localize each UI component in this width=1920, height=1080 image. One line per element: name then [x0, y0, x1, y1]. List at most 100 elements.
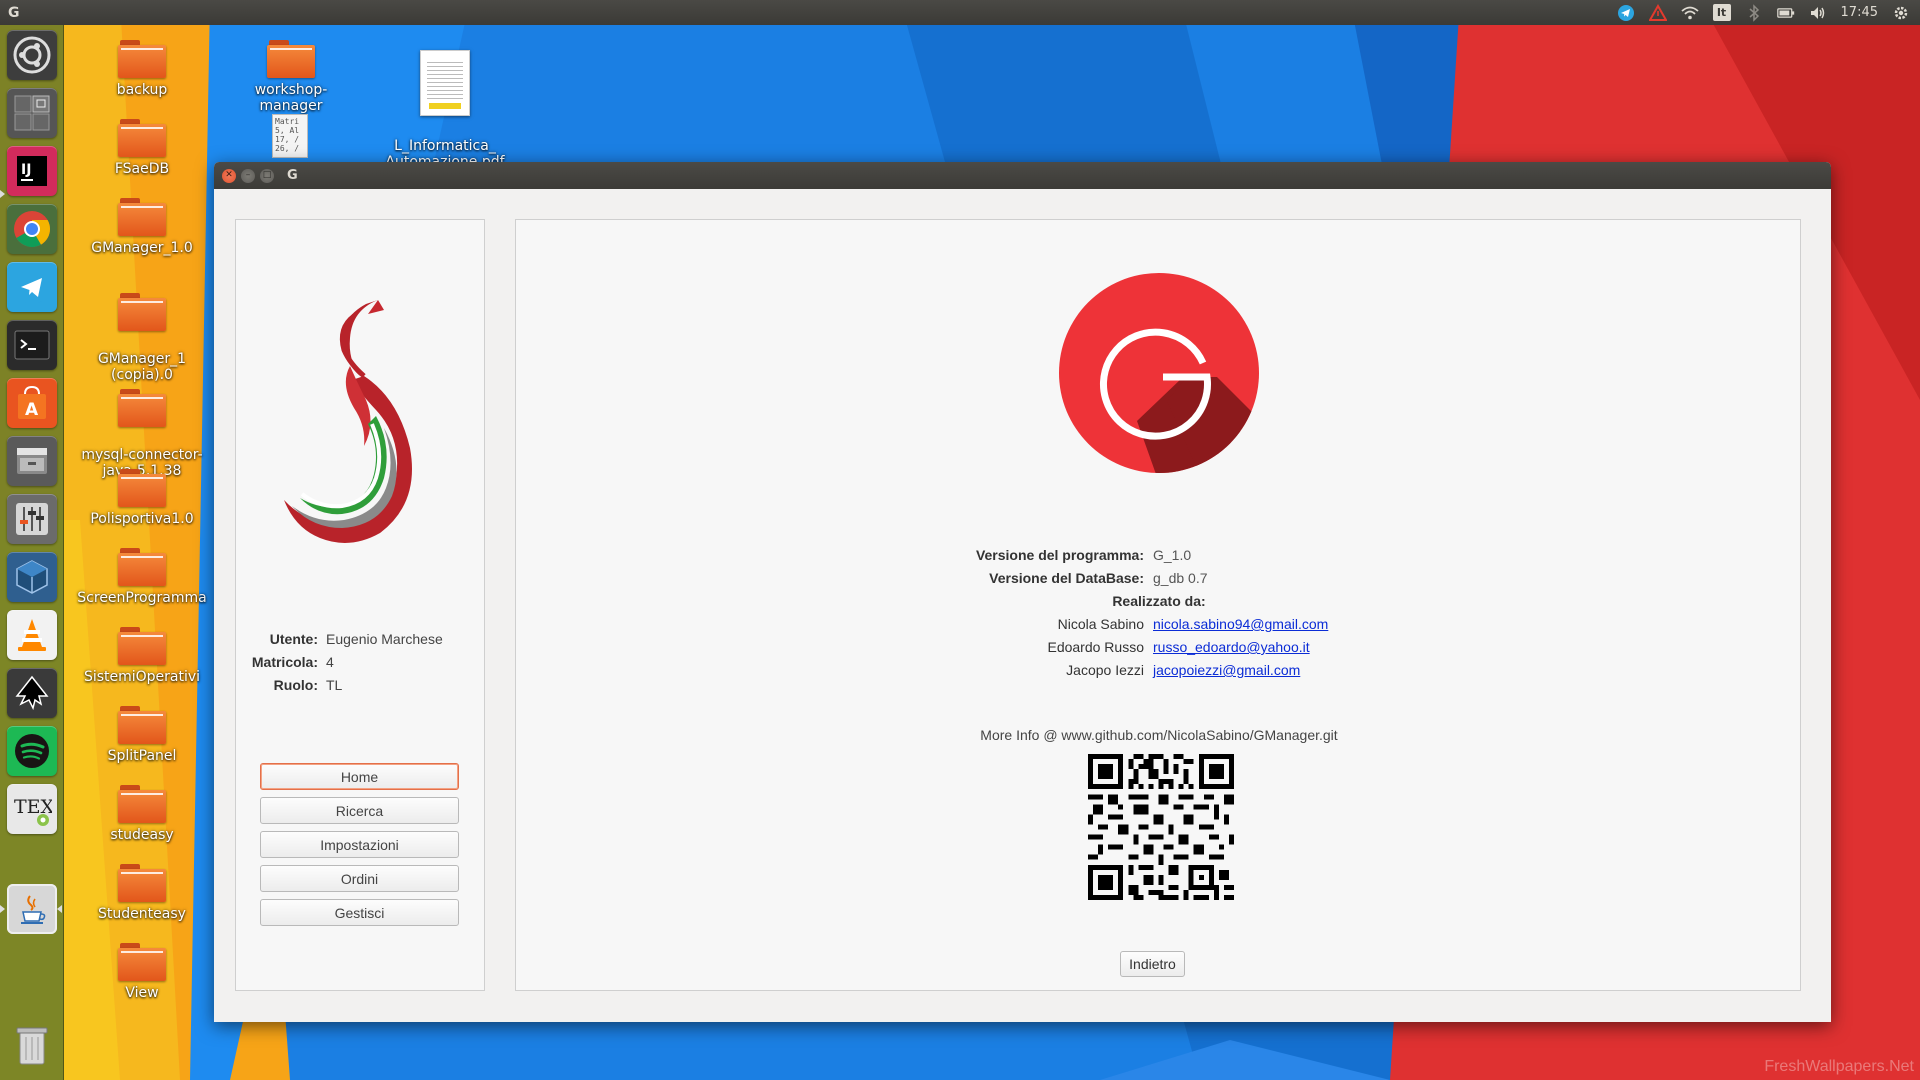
window-minimize-button[interactable]: –: [241, 168, 255, 183]
vlc-button[interactable]: [7, 610, 57, 660]
desktop-folder-sistemioperativi[interactable]: SistemiOperativi: [77, 627, 207, 685]
author-email-link[interactable]: jacopoiezzi@gmail.com: [1153, 662, 1300, 678]
desktop-folder-fsaedb[interactable]: FSaeDB: [77, 119, 207, 177]
alert-indicator-icon[interactable]: [1648, 3, 1667, 22]
terminal-icon: [14, 330, 50, 360]
workspaces-icon: [14, 95, 50, 131]
desktop-icon-label: Polisportiva1.0: [90, 511, 194, 527]
workspace-switcher-button[interactable]: [7, 88, 57, 138]
folder-icon: [118, 293, 166, 331]
home-button[interactable]: Home: [260, 763, 459, 790]
spotify-icon: [15, 734, 49, 768]
keyboard-layout-indicator[interactable]: It: [1712, 4, 1731, 21]
trash-button[interactable]: [7, 1020, 57, 1070]
folder-icon: [118, 469, 166, 507]
desktop-folder-splitpanel[interactable]: SplitPanel: [77, 706, 207, 764]
java-app-button[interactable]: [7, 884, 57, 934]
phoenix-logo: [284, 300, 412, 543]
app-window: ✕ – □ G Utente: Eugenio Marchese Matrico…: [214, 162, 1831, 1022]
user-row: Utente: Eugenio Marchese: [236, 627, 486, 650]
svg-text:IJ: IJ: [21, 162, 31, 178]
software-center-button[interactable]: A: [7, 378, 57, 428]
close-icon: ✕: [225, 170, 233, 180]
session-gear-icon[interactable]: [1892, 4, 1910, 22]
desktop-icon-label: View: [125, 985, 159, 1001]
desktop-file-text[interactable]: Matri 5, Al 17, / 26, /: [272, 114, 308, 158]
gestisci-button[interactable]: Gestisci: [260, 899, 459, 926]
role-row: Ruolo: TL: [236, 673, 486, 696]
desktop-folder-backup[interactable]: backup: [77, 40, 207, 98]
impostazioni-button[interactable]: Impostazioni: [260, 831, 459, 858]
folder-icon: [118, 627, 166, 665]
files-button[interactable]: [7, 436, 57, 486]
desktop-folder-screenprogramma[interactable]: ScreenProgramma: [77, 548, 207, 606]
unity-launcher: IJ A TEX: [0, 25, 64, 1080]
desktop-folder-studeasy[interactable]: studeasy: [77, 785, 207, 843]
window-maximize-button[interactable]: □: [260, 168, 274, 183]
indicator-area: It 17:45: [1617, 3, 1920, 22]
ubuntu-dash-button[interactable]: [7, 30, 57, 80]
folder-icon: [118, 864, 166, 902]
terminal-button[interactable]: [7, 320, 57, 370]
battery-icon[interactable]: [1776, 4, 1795, 22]
user-value: Eugenio Marchese: [326, 630, 443, 647]
db-version-value: g_db 0.7: [1153, 570, 1208, 586]
active-app-name: G: [8, 4, 20, 21]
author-email-link[interactable]: nicola.sabino94@gmail.com: [1153, 616, 1328, 632]
desktop-icon-label: GManager_1.0: [91, 240, 193, 256]
pdf-file-icon: [420, 50, 470, 116]
texmaker-button[interactable]: TEX: [7, 784, 57, 834]
virtualbox-button[interactable]: [7, 552, 57, 602]
author-email-link[interactable]: russo_edoardo@yahoo.it: [1153, 639, 1310, 655]
trash-icon: [16, 1027, 48, 1065]
chrome-button[interactable]: [7, 204, 57, 254]
g-app-logo: [1059, 273, 1259, 473]
file-cabinet-icon: [17, 448, 47, 474]
inkscape-button[interactable]: [7, 668, 57, 718]
desktop-folder-workshop-manager[interactable]: workshop-manager: [226, 40, 356, 114]
window-close-button[interactable]: ✕: [222, 168, 236, 183]
credits-row: Realizzato da:: [516, 593, 1802, 616]
desktop-folder-studenteasy[interactable]: Studenteasy: [77, 864, 207, 922]
folder-icon: [118, 389, 166, 427]
sliders-icon: [16, 503, 48, 535]
db-version-label: Versione del DataBase:: [989, 570, 1144, 586]
ricerca-button[interactable]: Ricerca: [260, 797, 459, 824]
system-settings-button[interactable]: [7, 494, 57, 544]
volume-icon[interactable]: [1809, 4, 1827, 22]
desktop-icon-label: backup: [116, 82, 168, 98]
desktop-folder-view[interactable]: View: [77, 943, 207, 1001]
author-name: Jacopo Iezzi: [1066, 662, 1144, 678]
desktop-icon-label: SistemiOperativi: [83, 669, 201, 685]
spotify-button[interactable]: [7, 726, 57, 776]
bluetooth-icon[interactable]: [1745, 3, 1763, 22]
texmaker-label: TEX: [14, 796, 52, 818]
folder-icon: [267, 40, 315, 78]
user-info: Utente: Eugenio Marchese Matricola: 4 Ru…: [236, 627, 486, 696]
matricola-label: Matricola:: [251, 653, 318, 670]
java-cup-icon: [21, 895, 46, 924]
desktop-icon-label: ScreenProgramma: [77, 590, 207, 606]
clock[interactable]: 17:45: [1841, 5, 1878, 20]
wifi-icon[interactable]: [1680, 4, 1699, 22]
running-indicator: [0, 905, 5, 913]
telegram-button[interactable]: [7, 262, 57, 312]
author-name: Edoardo Russo: [1047, 639, 1144, 655]
folder-icon: [118, 548, 166, 586]
author-row: Edoardo Russo russo_edoardo@yahoo.it: [516, 639, 1802, 662]
db-version-row: Versione del DataBase: g_db 0.7: [516, 570, 1802, 593]
role-value: TL: [326, 676, 343, 693]
window-titlebar[interactable]: ✕ – □ G: [214, 162, 1831, 189]
desktop-icon-label: Studenteasy: [98, 906, 186, 922]
ordini-button[interactable]: Ordini: [260, 865, 459, 892]
about-panel: Versione del programma: G_1.0 Versione d…: [515, 219, 1801, 991]
desktop-folder-gmanager[interactable]: GManager_1.0: [77, 198, 207, 256]
telegram-indicator-icon[interactable]: [1617, 4, 1635, 22]
folder-icon: [118, 40, 166, 78]
intellij-idea-button[interactable]: IJ: [7, 146, 57, 196]
desktop-folder-polisportiva[interactable]: Polisportiva1.0: [77, 469, 207, 527]
minimize-icon: –: [245, 170, 251, 180]
back-button[interactable]: Indietro: [1120, 951, 1185, 977]
desktop-icon-label: SplitPanel: [107, 748, 177, 764]
traffic-cone-icon: [18, 619, 46, 651]
